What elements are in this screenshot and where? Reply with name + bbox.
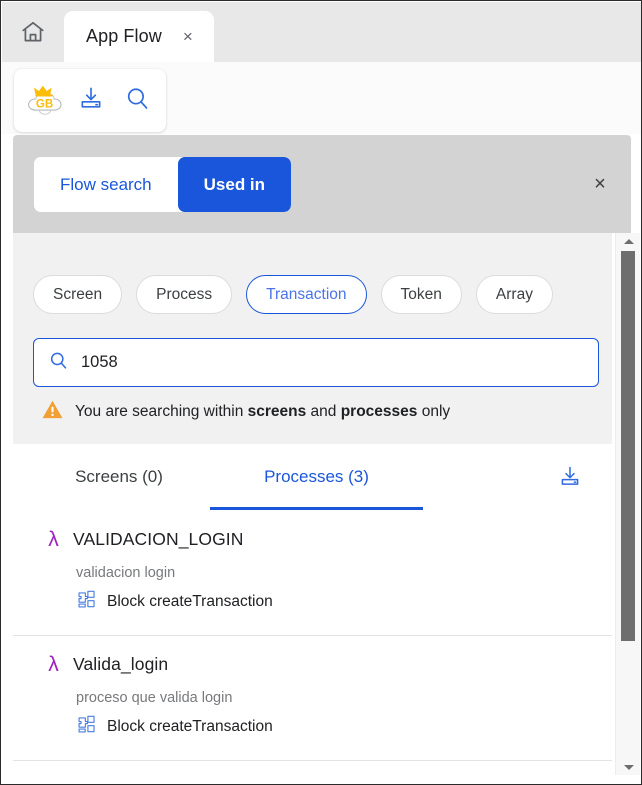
warning-prefix: You are searching within — [75, 403, 248, 420]
warning-bold-processes: processes — [341, 403, 418, 420]
home-button[interactable] — [2, 2, 64, 62]
results-tab-bar: Screens (0) Processes (3) — [13, 444, 612, 512]
scrollbar-thumb[interactable] — [621, 251, 635, 641]
panel-close-button[interactable]: × — [585, 169, 615, 199]
block-puzzle-icon — [76, 714, 97, 740]
warning-suffix: only — [417, 403, 450, 420]
list-item-description: proceso que valida login — [76, 690, 612, 706]
app-window: App Flow × GB — [0, 0, 642, 785]
list-item[interactable]: λ Valida_login proceso que valida login … — [13, 636, 612, 761]
toolbar-card: GB — [14, 69, 166, 132]
search-field[interactable] — [33, 338, 599, 387]
export-results-button[interactable] — [554, 462, 586, 494]
lambda-process-icon: λ — [45, 529, 62, 550]
tab-processes[interactable]: Processes (3) — [210, 444, 423, 510]
list-item-title: Valida_login — [73, 654, 168, 675]
search-icon — [124, 85, 151, 117]
results-list[interactable]: λ VALIDACION_LOGIN validacion login Bloc… — [13, 511, 612, 775]
warning-middle: and — [306, 403, 340, 420]
search-button[interactable] — [116, 80, 158, 122]
gb-crown-logo: GB — [25, 82, 65, 120]
type-filter-pills: Screen Process Transaction Token Array — [33, 275, 553, 314]
pill-token[interactable]: Token — [381, 275, 462, 314]
segment-used-in[interactable]: Used in — [178, 157, 291, 212]
vertical-scrollbar[interactable] — [615, 233, 640, 775]
warning-triangle-icon — [41, 399, 64, 425]
lambda-process-icon: λ — [45, 654, 62, 675]
search-input[interactable] — [81, 339, 598, 386]
gb-logo-button[interactable]: GB — [24, 80, 66, 122]
list-item-header: λ Valida_login — [45, 654, 612, 675]
scroll-down-button[interactable] — [616, 759, 641, 775]
list-item-reference-label: Block createTransaction — [107, 718, 273, 736]
app-tab[interactable]: App Flow × — [64, 11, 214, 62]
segment-flow-search[interactable]: Flow search — [34, 157, 178, 212]
chevron-down-icon — [624, 765, 634, 770]
block-puzzle-icon — [76, 589, 97, 615]
list-item-description: validacion login — [76, 565, 612, 581]
list-item-header: λ VALIDACION_LOGIN — [45, 529, 612, 550]
toolbar-zone: GB — [2, 62, 642, 134]
search-scope-warning: You are searching within screens and pro… — [41, 399, 450, 425]
search-scope-warning-text: You are searching within screens and pro… — [75, 403, 450, 421]
svg-text:GB: GB — [36, 98, 53, 110]
list-item-title: VALIDACION_LOGIN — [73, 529, 244, 550]
warning-bold-screens: screens — [248, 403, 307, 420]
pill-screen[interactable]: Screen — [33, 275, 122, 314]
import-export-icon — [78, 85, 104, 116]
view-mode-segmented-control: Flow search Used in — [34, 157, 291, 212]
chevron-up-icon — [624, 239, 634, 244]
list-item-reference[interactable]: Block createTransaction — [76, 714, 612, 740]
list-item[interactable]: λ VALIDACION_LOGIN validacion login Bloc… — [13, 511, 612, 636]
search-icon — [48, 350, 69, 376]
pill-transaction[interactable]: Transaction — [246, 275, 366, 314]
browser-tab-strip: App Flow × — [2, 2, 642, 62]
list-item-reference-label: Block createTransaction — [107, 593, 273, 611]
panel-header: Flow search Used in × — [13, 135, 631, 233]
pill-array[interactable]: Array — [476, 275, 553, 314]
home-icon — [20, 19, 46, 45]
tab-close-icon[interactable]: × — [180, 28, 196, 45]
import-button[interactable] — [70, 80, 112, 122]
filter-zone: Screen Process Transaction Token Array — [13, 233, 612, 444]
scroll-up-button[interactable] — [616, 233, 641, 249]
tab-screens[interactable]: Screens (0) — [53, 444, 185, 510]
export-download-icon — [558, 464, 582, 493]
pill-process[interactable]: Process — [136, 275, 232, 314]
list-item-reference[interactable]: Block createTransaction — [76, 589, 612, 615]
app-tab-label: App Flow — [86, 26, 162, 47]
